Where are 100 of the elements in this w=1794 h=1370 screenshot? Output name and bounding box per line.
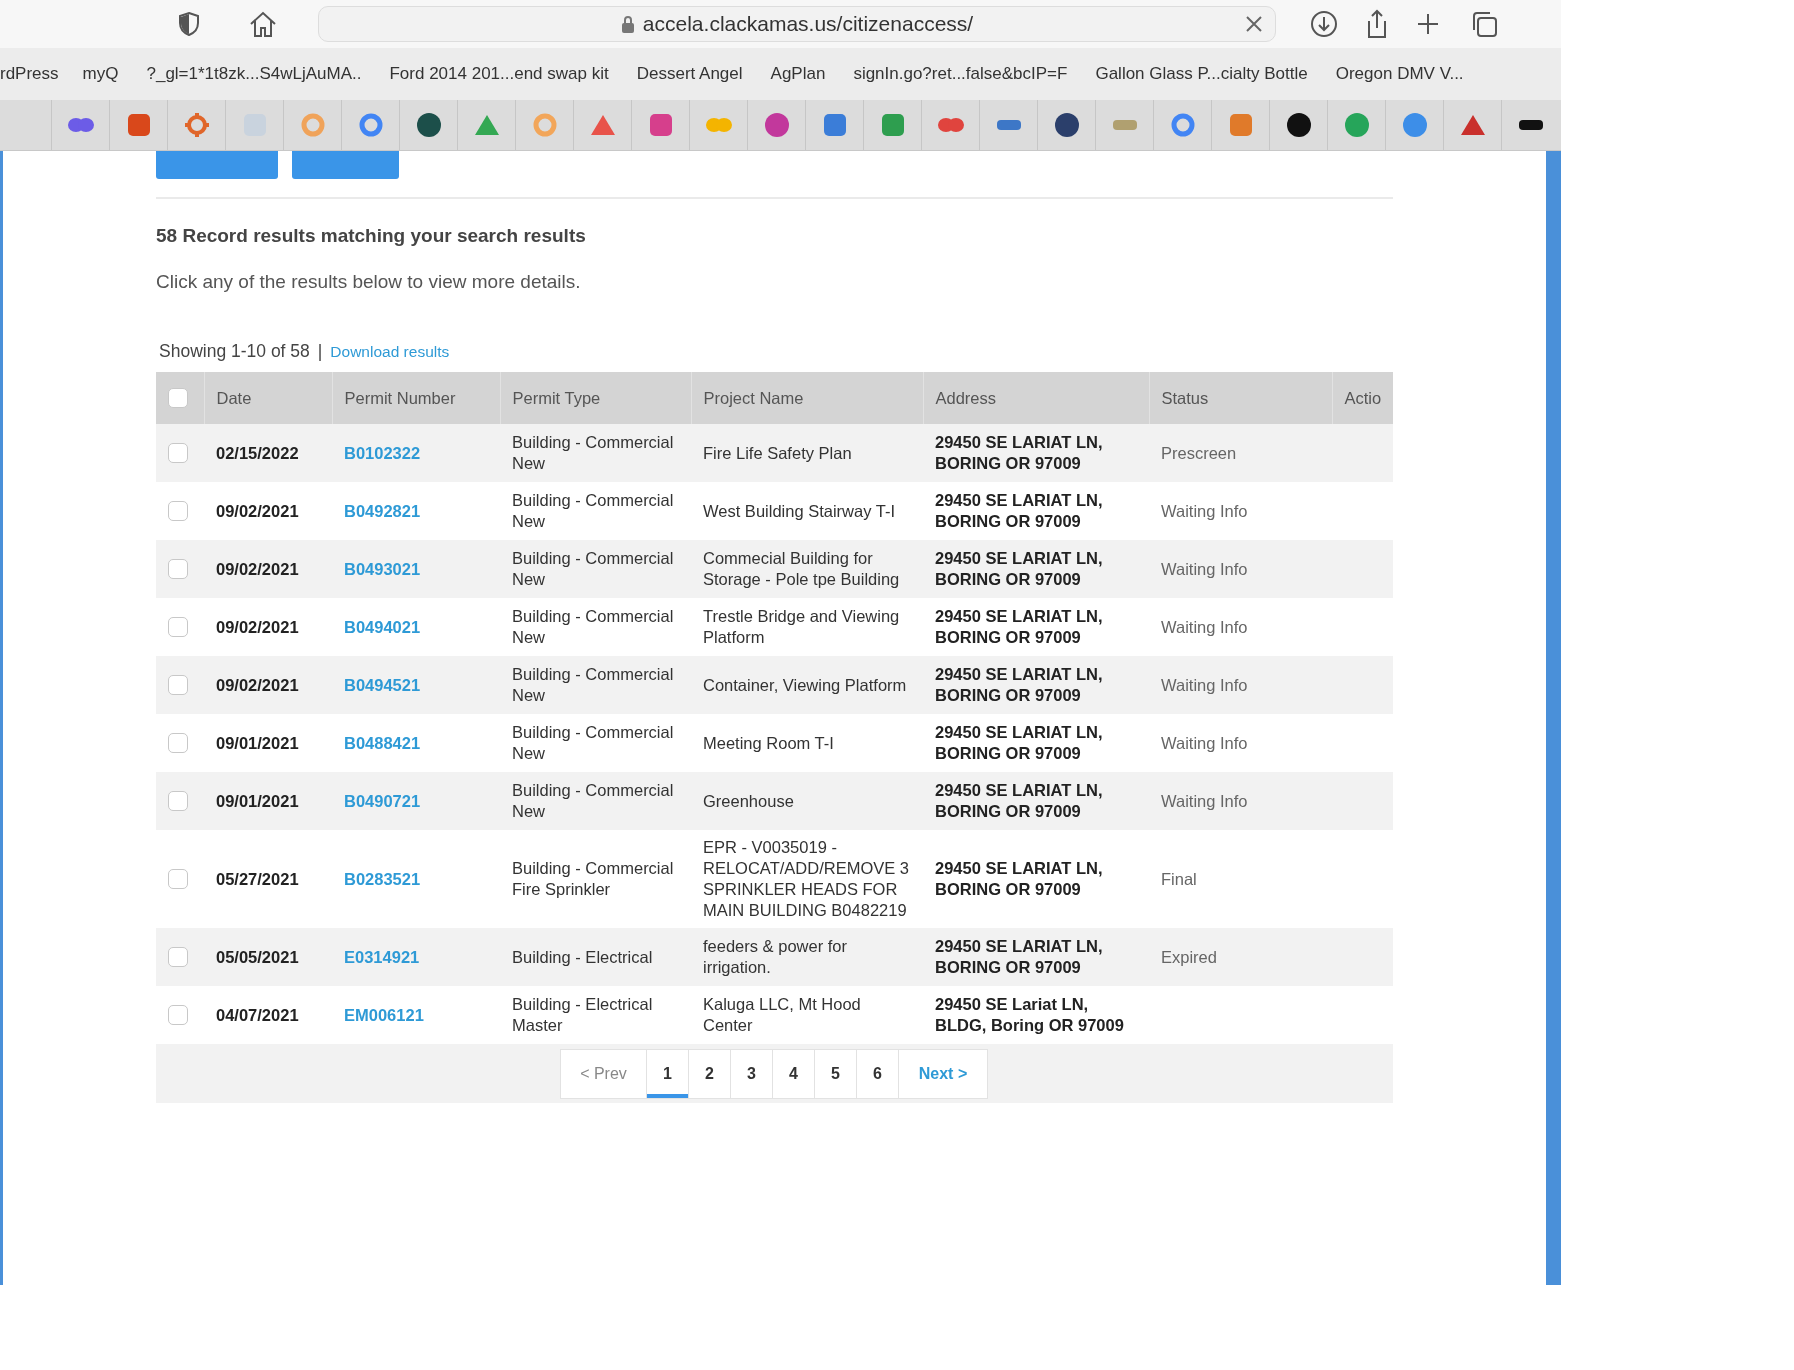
address-text: 29450 SE LARIAT LN, BORING OR 97009 [935,723,1103,762]
date-text: 05/27/2021 [216,869,299,888]
address-text: 29450 SE LARIAT LN, BORING OR 97009 [935,859,1103,898]
bookmark-link[interactable]: rdPress [0,64,59,84]
blob-icon[interactable] [66,115,95,135]
address-text: 29450 SE LARIAT LN, BORING OR 97009 [935,781,1103,820]
square-icon[interactable] [821,112,848,138]
permit-type-text: Building - Commercial New [512,607,674,646]
project-name-text: Fire Life Safety Plan [703,443,852,462]
column-header: Date [204,372,332,424]
page-number-button[interactable]: 1 [647,1049,689,1098]
address-text: 29450 SE LARIAT LN, BORING OR 97009 [935,607,1103,646]
permit-type-text: Building - Electrical Master [512,995,653,1034]
circle-icon[interactable] [415,112,442,138]
checkbox[interactable] [168,388,188,408]
column-header: Project Name [691,372,923,424]
address-text: 29450 SE LARIAT LN, BORING OR 97009 [935,937,1103,976]
checkbox[interactable] [168,559,188,579]
column-header: Actio [1332,372,1393,424]
checkbox[interactable] [168,443,188,463]
checkbox[interactable] [168,733,188,753]
lock-icon [620,15,635,33]
status-text: Expired [1161,947,1217,966]
triangle-icon[interactable] [1459,113,1486,137]
status-text: Waiting Info [1161,617,1248,636]
project-name-text: feeders & power for irrigation. [703,937,847,976]
column-header: Permit Type [500,372,691,424]
download-icon[interactable] [1310,10,1338,38]
triangle-icon[interactable] [473,113,500,137]
date-text: 05/05/2021 [216,947,299,966]
date-text: 09/02/2021 [216,675,299,694]
project-name-text: EPR - V0035019 - RELOCAT/ADD/REMOVE 3 SPRINKLER HEADS FOR MAIN BUILDING B0482219 [703,838,909,919]
address-text: 29450 SE LARIAT LN, BORING OR 97009 [935,491,1103,530]
date-text: 09/01/2021 [216,733,299,752]
square-icon[interactable] [879,112,906,138]
checkbox[interactable] [168,617,188,637]
circle-icon[interactable] [1053,112,1080,138]
permit-type-text: Building - Commercial New [512,433,674,472]
date-text: 09/01/2021 [216,791,299,810]
square-icon[interactable] [647,112,674,138]
address-text: 29450 SE LARIAT LN, BORING OR 97009 [935,433,1103,472]
bookmark-link[interactable]: Oregon DMV V... [1335,64,1464,84]
circle-icon[interactable] [1285,112,1312,138]
separator-text: | [317,341,323,362]
home-icon[interactable] [248,10,278,38]
date-text: 09/02/2021 [216,559,299,578]
address-text: 29450 SE Lariat LN, BLDG, Boring OR 97009 [935,995,1124,1034]
bar-icon[interactable] [1517,118,1544,132]
permit-type-text: Building - Commercial New [512,491,674,530]
square-icon[interactable] [1227,112,1254,138]
date-text: 09/02/2021 [216,501,299,520]
bookmark-link[interactable]: myQ [82,64,119,84]
bookmark-link[interactable]: Dessert Angel [636,64,743,84]
bookmark-link[interactable]: signIn.go?ret...false&bcIP=F [853,64,1068,84]
square-icon[interactable] [125,112,152,138]
date-text: 09/02/2021 [216,617,299,636]
status-text: Final [1161,869,1197,888]
ring-icon[interactable] [299,112,326,138]
checkbox[interactable] [168,675,188,695]
ring-icon[interactable] [1169,112,1196,138]
gear-icon[interactable] [183,112,210,138]
permit-type-text: Building - Commercial New [512,665,674,704]
status-text: Waiting Info [1161,559,1248,578]
project-name-text: Greenhouse [703,791,794,810]
column-header: Status [1149,372,1332,424]
project-name-text: Meeting Room T-I [703,733,834,752]
permit-type-text: Building - Commercial New [512,549,674,588]
permit-type-text: Building - Commercial Fire Sprinkler [512,859,674,898]
bookmark-link[interactable]: Gallon Glass P...cialty Bottle [1095,64,1308,84]
checkbox[interactable] [168,869,188,889]
checkbox[interactable] [168,791,188,811]
blob-icon[interactable] [936,115,965,135]
checkbox[interactable] [168,1005,188,1025]
address-text: 29450 SE LARIAT LN, BORING OR 97009 [935,665,1103,704]
triangle-icon[interactable] [589,113,616,137]
project-name-text: West Building Stairway T-I [703,501,895,520]
address-text: 29450 SE LARIAT LN, BORING OR 97009 [935,549,1103,588]
plus-icon[interactable] [1416,12,1440,36]
bookmark-link[interactable]: Ford 2014 201...end swap kit [389,64,609,84]
status-text: Waiting Info [1161,733,1248,752]
shield-icon[interactable] [178,11,200,37]
column-header: Address [923,372,1149,424]
close-icon[interactable] [1245,15,1263,33]
date-text: 04/07/2021 [216,1005,299,1024]
ring-icon[interactable] [531,112,558,138]
project-name-text: Kaluga LLC, Mt Hood Center [703,995,861,1034]
checkbox[interactable] [168,947,188,967]
ring-icon[interactable] [357,112,384,138]
project-name-text: Container, Viewing Platform [703,675,907,694]
bookmark-link[interactable]: ?_gl=1*1t8zk...S4wLjAuMA.. [146,64,362,84]
tabs-icon[interactable] [1470,10,1498,38]
date-text: 02/15/2022 [216,443,299,462]
results-count: 58 Record results matching your search results [156,225,587,247]
project-name-text: Commecial Building for Storage - Pole tpe Building [703,549,900,588]
checkbox[interactable] [168,501,188,521]
column-header: Permit Number [332,372,500,424]
status-text: Waiting Info [1161,675,1248,694]
showing-text: Showing 1-10 of 58 [159,341,310,362]
status-text: Prescreen [1161,443,1237,462]
bookmark-link[interactable]: AgPlan [770,64,826,84]
